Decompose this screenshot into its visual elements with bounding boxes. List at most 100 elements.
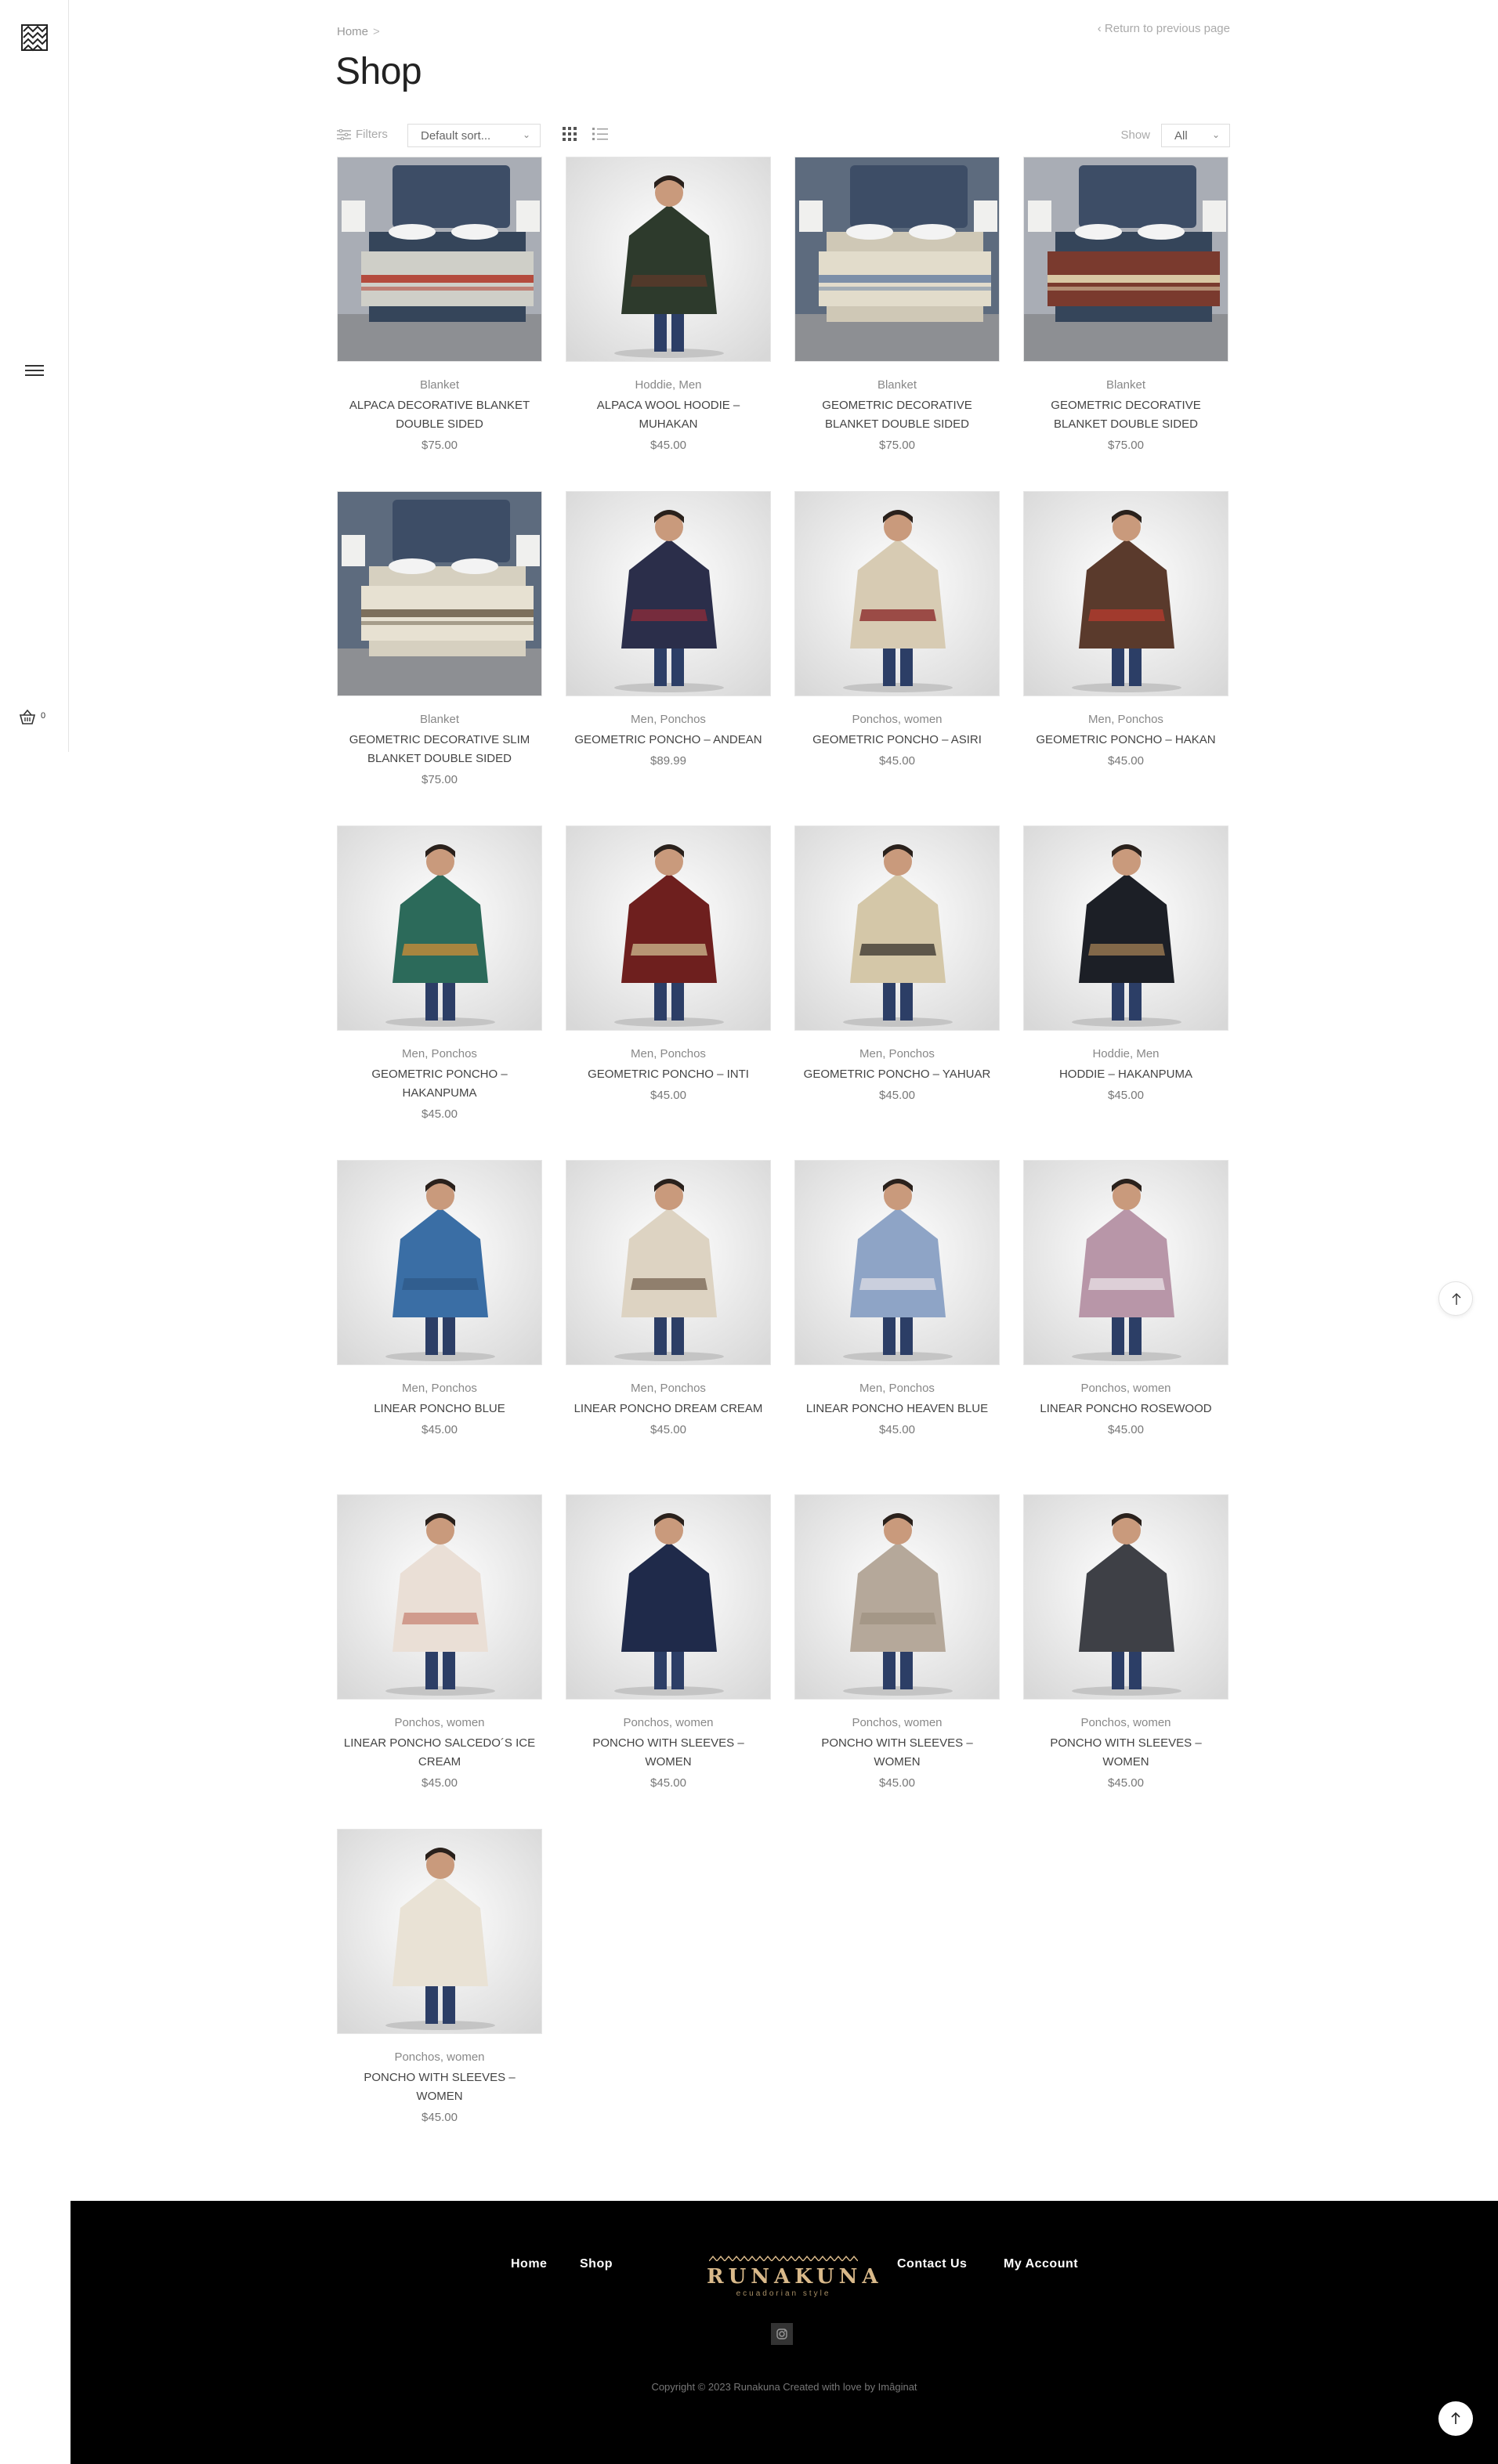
product-card[interactable]: Ponchos, women LINEAR PONCHO ROSEWOOD $4…	[1023, 1160, 1228, 1494]
product-category[interactable]: Ponchos, women	[1023, 1381, 1228, 1396]
product-card[interactable]: Hoddie, Men ALPACA WOOL HOODIE – MUHAKAN…	[566, 157, 771, 491]
product-card[interactable]: Ponchos, women PONCHO WITH SLEEVES – WOM…	[1023, 1494, 1228, 1829]
product-card[interactable]: Ponchos, women LINEAR PONCHO SALCEDO´S I…	[337, 1494, 542, 1829]
product-image[interactable]	[566, 1160, 771, 1365]
product-name[interactable]: GEOMETRIC PONCHO – YAHUAR	[794, 1065, 1000, 1084]
product-image[interactable]	[1023, 157, 1228, 362]
grid-view-icon[interactable]	[563, 127, 577, 145]
product-name[interactable]: PONCHO WITH SLEEVES – WOMEN	[794, 1734, 1000, 1772]
product-category[interactable]: Men, Ponchos	[566, 712, 771, 728]
product-category[interactable]: Men, Ponchos	[1023, 712, 1228, 728]
product-name[interactable]: PONCHO WITH SLEEVES – WOMEN	[1023, 1734, 1228, 1772]
product-image[interactable]	[337, 1160, 542, 1365]
product-category[interactable]: Ponchos, women	[1023, 1715, 1228, 1731]
product-image[interactable]	[566, 157, 771, 362]
product-category[interactable]: Blanket	[1023, 378, 1228, 393]
product-name[interactable]: GEOMETRIC DECORATIVE BLANKET DOUBLE SIDE…	[794, 396, 1000, 434]
product-image[interactable]	[337, 157, 542, 362]
product-image[interactable]	[337, 491, 542, 696]
cart-button[interactable]: 0	[19, 708, 50, 730]
product-card[interactable]: Men, Ponchos GEOMETRIC PONCHO – HAKANPUM…	[337, 826, 542, 1160]
product-name[interactable]: GEOMETRIC PONCHO – ASIRI	[794, 731, 1000, 750]
product-category[interactable]: Men, Ponchos	[566, 1046, 771, 1062]
product-category[interactable]: Ponchos, women	[337, 1715, 542, 1731]
product-category[interactable]: Men, Ponchos	[794, 1381, 1000, 1396]
product-image[interactable]	[337, 1494, 542, 1700]
product-category[interactable]: Men, Ponchos	[566, 1381, 771, 1396]
product-image[interactable]	[794, 491, 1000, 696]
product-image[interactable]	[794, 157, 1000, 362]
product-card[interactable]: Ponchos, women PONCHO WITH SLEEVES – WOM…	[794, 1494, 1000, 1829]
product-name[interactable]: GEOMETRIC PONCHO – HAKAN	[1023, 731, 1228, 750]
product-image[interactable]	[566, 826, 771, 1031]
product-name[interactable]: PONCHO WITH SLEEVES – WOMEN	[566, 1734, 771, 1772]
product-name[interactable]: LINEAR PONCHO BLUE	[337, 1400, 542, 1418]
product-image[interactable]	[1023, 491, 1228, 696]
scroll-top-button[interactable]	[1438, 1281, 1473, 1316]
product-card[interactable]: Men, Ponchos LINEAR PONCHO HEAVEN BLUE $…	[794, 1160, 1000, 1494]
product-category[interactable]: Hoddie, Men	[566, 378, 771, 393]
product-category[interactable]: Ponchos, women	[794, 1715, 1000, 1731]
product-image[interactable]	[794, 1160, 1000, 1365]
logo-icon[interactable]	[20, 23, 49, 52]
product-image[interactable]	[1023, 1160, 1228, 1365]
product-name[interactable]: PONCHO WITH SLEEVES – WOMEN	[337, 2068, 542, 2106]
product-card[interactable]: Men, Ponchos GEOMETRIC PONCHO – YAHUAR $…	[794, 826, 1000, 1160]
product-name[interactable]: LINEAR PONCHO ROSEWOOD	[1023, 1400, 1228, 1418]
product-name[interactable]: GEOMETRIC PONCHO – ANDEAN	[566, 731, 771, 750]
product-category[interactable]: Blanket	[337, 712, 542, 728]
product-name[interactable]: LINEAR PONCHO HEAVEN BLUE	[794, 1400, 1000, 1418]
product-card[interactable]: Ponchos, women GEOMETRIC PONCHO – ASIRI …	[794, 491, 1000, 826]
footer-link-shop[interactable]: Shop	[580, 2257, 613, 2271]
product-category[interactable]: Hoddie, Men	[1023, 1046, 1228, 1062]
product-category[interactable]: Ponchos, women	[337, 2050, 542, 2065]
filters-button[interactable]: Filters	[337, 128, 388, 141]
product-image[interactable]	[566, 1494, 771, 1700]
product-category[interactable]: Men, Ponchos	[337, 1381, 542, 1396]
product-card[interactable]: Blanket ALPACA DECORATIVE BLANKET DOUBLE…	[337, 157, 542, 491]
product-image[interactable]	[1023, 1494, 1228, 1700]
product-card[interactable]: Ponchos, women PONCHO WITH SLEEVES – WOM…	[566, 1494, 771, 1829]
product-category[interactable]: Blanket	[794, 378, 1000, 393]
instagram-icon[interactable]	[771, 2323, 793, 2345]
product-card[interactable]: Blanket GEOMETRIC DECORATIVE SLIM BLANKE…	[337, 491, 542, 826]
product-name[interactable]: GEOMETRIC PONCHO – INTI	[566, 1065, 771, 1084]
show-count-select[interactable]: All ⌄	[1161, 124, 1230, 147]
product-card[interactable]: Hoddie, Men HODDIE – HAKANPUMA $45.00	[1023, 826, 1228, 1160]
product-category[interactable]: Men, Ponchos	[794, 1046, 1000, 1062]
product-name[interactable]: LINEAR PONCHO DREAM CREAM	[566, 1400, 771, 1418]
footer-link-home[interactable]: Home	[511, 2257, 547, 2271]
product-name[interactable]: ALPACA WOOL HOODIE – MUHAKAN	[566, 396, 771, 434]
product-card[interactable]: Blanket GEOMETRIC DECORATIVE BLANKET DOU…	[1023, 157, 1228, 491]
list-view-icon[interactable]	[592, 127, 608, 145]
footer-brand-logo[interactable]: RUNAKUNA ecuadorian style	[707, 2251, 878, 2298]
product-image[interactable]	[1023, 826, 1228, 1031]
product-card[interactable]: Men, Ponchos GEOMETRIC PONCHO – ANDEAN $…	[566, 491, 771, 826]
product-card[interactable]: Men, Ponchos GEOMETRIC PONCHO – HAKAN $4…	[1023, 491, 1228, 826]
product-category[interactable]: Men, Ponchos	[337, 1046, 542, 1062]
footer-link-contact[interactable]: Contact Us	[897, 2257, 967, 2271]
breadcrumb-home[interactable]: Home	[337, 25, 368, 38]
product-category[interactable]: Blanket	[337, 378, 542, 393]
product-image[interactable]	[337, 1829, 542, 2034]
footer-link-account[interactable]: My Account	[1004, 2257, 1078, 2271]
footer-scroll-top-button[interactable]	[1438, 2401, 1473, 2436]
product-card[interactable]: Ponchos, women PONCHO WITH SLEEVES – WOM…	[337, 1829, 542, 2158]
product-category[interactable]: Ponchos, women	[794, 712, 1000, 728]
product-card[interactable]: Men, Ponchos LINEAR PONCHO BLUE $45.00	[337, 1160, 542, 1494]
product-card[interactable]: Blanket GEOMETRIC DECORATIVE BLANKET DOU…	[794, 157, 1000, 491]
product-image[interactable]	[794, 1494, 1000, 1700]
product-name[interactable]: HODDIE – HAKANPUMA	[1023, 1065, 1228, 1084]
product-name[interactable]: ALPACA DECORATIVE BLANKET DOUBLE SIDED	[337, 396, 542, 434]
product-image[interactable]	[337, 826, 542, 1031]
product-name[interactable]: GEOMETRIC PONCHO – HAKANPUMA	[337, 1065, 542, 1103]
product-name[interactable]: LINEAR PONCHO SALCEDO´S ICE CREAM	[337, 1734, 542, 1772]
product-image[interactable]	[794, 826, 1000, 1031]
product-card[interactable]: Men, Ponchos GEOMETRIC PONCHO – INTI $45…	[566, 826, 771, 1160]
product-category[interactable]: Ponchos, women	[566, 1715, 771, 1731]
menu-icon[interactable]	[25, 362, 44, 379]
product-name[interactable]: GEOMETRIC DECORATIVE SLIM BLANKET DOUBLE…	[337, 731, 542, 768]
product-name[interactable]: GEOMETRIC DECORATIVE BLANKET DOUBLE SIDE…	[1023, 396, 1228, 434]
product-card[interactable]: Men, Ponchos LINEAR PONCHO DREAM CREAM $…	[566, 1160, 771, 1494]
return-previous-link[interactable]: ‹ Return to previous page	[1098, 22, 1230, 35]
